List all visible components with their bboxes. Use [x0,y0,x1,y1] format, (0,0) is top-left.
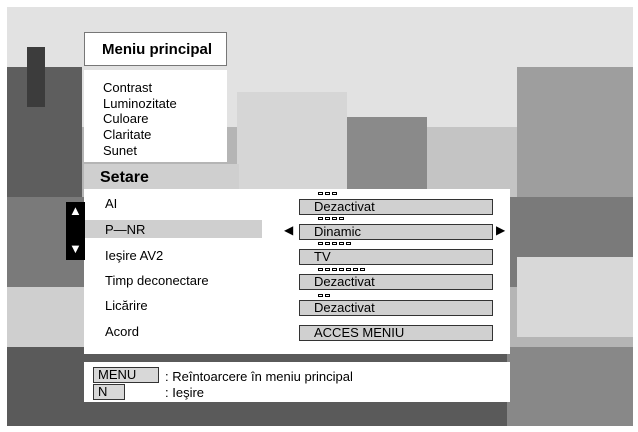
menu-key[interactable]: MENU [93,367,159,383]
main-menu-item-contrast[interactable]: Contrast [103,80,152,95]
setting-label-licarire[interactable]: Licărire [105,298,148,313]
n-key[interactable]: N [93,384,125,400]
main-menu-title: Meniu principal [102,41,213,58]
setting-value-ai[interactable]: Dezactivat [299,199,493,215]
setting-value-iesire-av2[interactable]: TV [299,249,493,265]
selection-right-arrow-icon[interactable]: ▶ [496,223,505,237]
main-menu-item-culoare[interactable]: Culoare [103,111,149,126]
value-indicator-marks [318,294,330,298]
setting-label-acord[interactable]: Acord [105,324,139,339]
setting-value-timp-deconectare[interactable]: Dezactivat [299,274,493,290]
value-indicator-marks [318,268,365,272]
value-indicator-marks [318,192,337,196]
scroll-indicator[interactable]: ▲ ▼ [66,202,85,260]
setting-value-licarire[interactable]: Dezactivat [299,300,493,316]
setting-value-pnr[interactable]: Dinamic [299,224,493,240]
main-menu-list: Contrast Luminozitate Culoare Claritate … [84,70,227,162]
setting-label-iesire-av2[interactable]: Ieşire AV2 [105,248,163,263]
scroll-up-icon[interactable]: ▲ [69,203,82,218]
setting-label-timp-deconectare[interactable]: Timp deconectare [105,273,209,288]
setting-label-pnr[interactable]: P—NR [105,222,145,237]
main-menu-item-sunet[interactable]: Sunet [103,143,137,158]
selection-left-arrow-icon[interactable]: ◀ [284,223,293,237]
main-menu-title-box: Meniu principal [84,32,227,66]
setting-label-ai[interactable]: AI [105,196,117,211]
value-indicator-marks [318,217,344,221]
setare-header: Setare [84,164,239,192]
main-menu-item-claritate[interactable]: Claritate [103,127,151,142]
menu-key-description: : Reîntoarcere în meniu principal [165,369,353,384]
setare-title: Setare [100,169,149,186]
main-menu-item-luminozitate[interactable]: Luminozitate [103,96,177,111]
value-indicator-marks [318,242,351,246]
setting-value-acord[interactable]: ACCES MENIU [299,325,493,341]
n-key-description: : Ieşire [165,385,205,400]
scroll-down-icon[interactable]: ▼ [69,241,82,256]
